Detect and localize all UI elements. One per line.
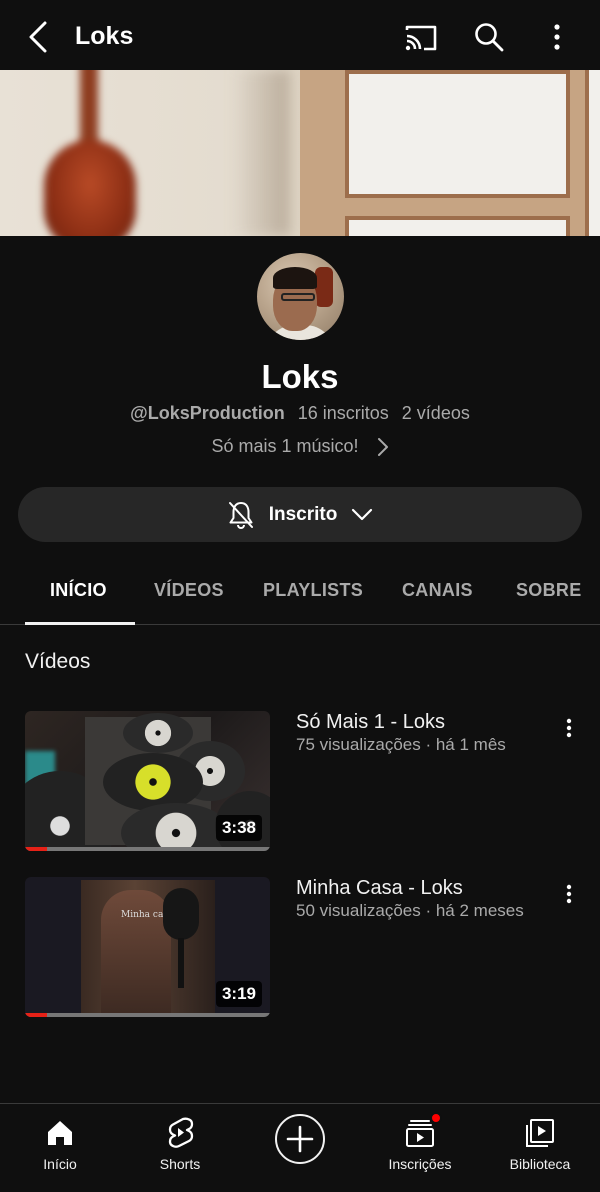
search-icon[interactable] — [468, 16, 510, 58]
more-vertical-icon[interactable] — [540, 16, 574, 58]
nav-label: Início — [43, 1156, 77, 1172]
video-count: 2 vídeos — [401, 403, 470, 423]
chevron-down-icon — [351, 508, 373, 522]
nav-shorts[interactable]: Shorts — [120, 1104, 240, 1192]
tab-sobre[interactable]: SOBRE — [516, 580, 582, 601]
chevron-right-icon — [377, 437, 389, 457]
active-tab-indicator — [25, 622, 135, 625]
channel-banner — [0, 70, 600, 236]
video-more-icon[interactable] — [556, 877, 582, 911]
page-title: Loks — [75, 22, 134, 50]
bell-off-icon — [227, 500, 255, 530]
channel-description[interactable]: Só mais 1 músico! — [0, 436, 600, 457]
nav-biblioteca[interactable]: Biblioteca — [480, 1104, 600, 1192]
nav-inscricoes[interactable]: Inscrições — [360, 1104, 480, 1192]
channel-handle[interactable]: @LoksProduction — [130, 403, 285, 423]
nav-label: Shorts — [159, 1156, 201, 1172]
tab-canais[interactable]: CANAIS — [402, 580, 473, 601]
channel-avatar[interactable] — [257, 253, 344, 340]
section-title: Vídeos — [25, 650, 91, 673]
tab-inicio[interactable]: INÍCIO — [50, 580, 107, 601]
bottom-navigation: Início Shorts Inscrições Biblioteca — [0, 1103, 600, 1192]
video-duration: 3:19 — [215, 981, 262, 1007]
video-item[interactable]: 3:38 Só Mais 1 - Loks 75 visualizações ·… — [0, 711, 600, 851]
watch-progress-bar — [25, 1013, 48, 1017]
home-icon — [45, 1116, 75, 1150]
create-plus-icon[interactable] — [275, 1114, 325, 1164]
video-title[interactable]: Só Mais 1 - Loks — [296, 711, 445, 734]
video-duration: 3:38 — [215, 815, 262, 841]
video-thumbnail[interactable]: 3:38 — [25, 711, 270, 851]
video-title[interactable]: Minha Casa - Loks — [296, 877, 463, 900]
video-meta: 75 visualizações · há 1 mês — [296, 735, 506, 754]
video-thumbnail[interactable]: Minha casa 3:19 — [25, 877, 270, 1017]
channel-meta: @LoksProduction 16 inscritos 2 vídeos — [0, 403, 600, 424]
video-meta: 50 visualizações · há 2 meses — [296, 901, 524, 920]
cast-icon[interactable] — [400, 18, 442, 58]
shorts-icon — [165, 1116, 195, 1150]
nav-label: Inscrições — [388, 1156, 452, 1172]
video-item[interactable]: Minha casa 3:19 Minha Casa - Loks 50 vis… — [0, 877, 600, 1017]
watch-progress-bar — [25, 847, 48, 851]
back-arrow-icon[interactable] — [20, 17, 56, 57]
video-more-icon[interactable] — [556, 711, 582, 745]
tab-playlists[interactable]: PLAYLISTS — [263, 580, 363, 601]
top-app-bar: Loks — [0, 0, 600, 70]
channel-description-text: Só mais 1 músico! — [211, 436, 359, 456]
channel-tabs: INÍCIO VÍDEOS PLAYLISTS CANAIS SOBRE — [0, 560, 600, 625]
tab-videos[interactable]: VÍDEOS — [154, 580, 224, 601]
subscriber-count: 16 inscritos — [297, 403, 389, 423]
subscribed-button[interactable]: Inscrito — [18, 487, 582, 542]
subscriptions-icon — [404, 1112, 442, 1150]
channel-name: Loks — [261, 358, 339, 395]
notification-dot — [430, 1112, 442, 1124]
library-icon — [524, 1116, 556, 1150]
subscribed-label: Inscrito — [268, 503, 338, 525]
nav-label: Biblioteca — [509, 1156, 571, 1172]
nav-inicio[interactable]: Início — [0, 1104, 120, 1192]
